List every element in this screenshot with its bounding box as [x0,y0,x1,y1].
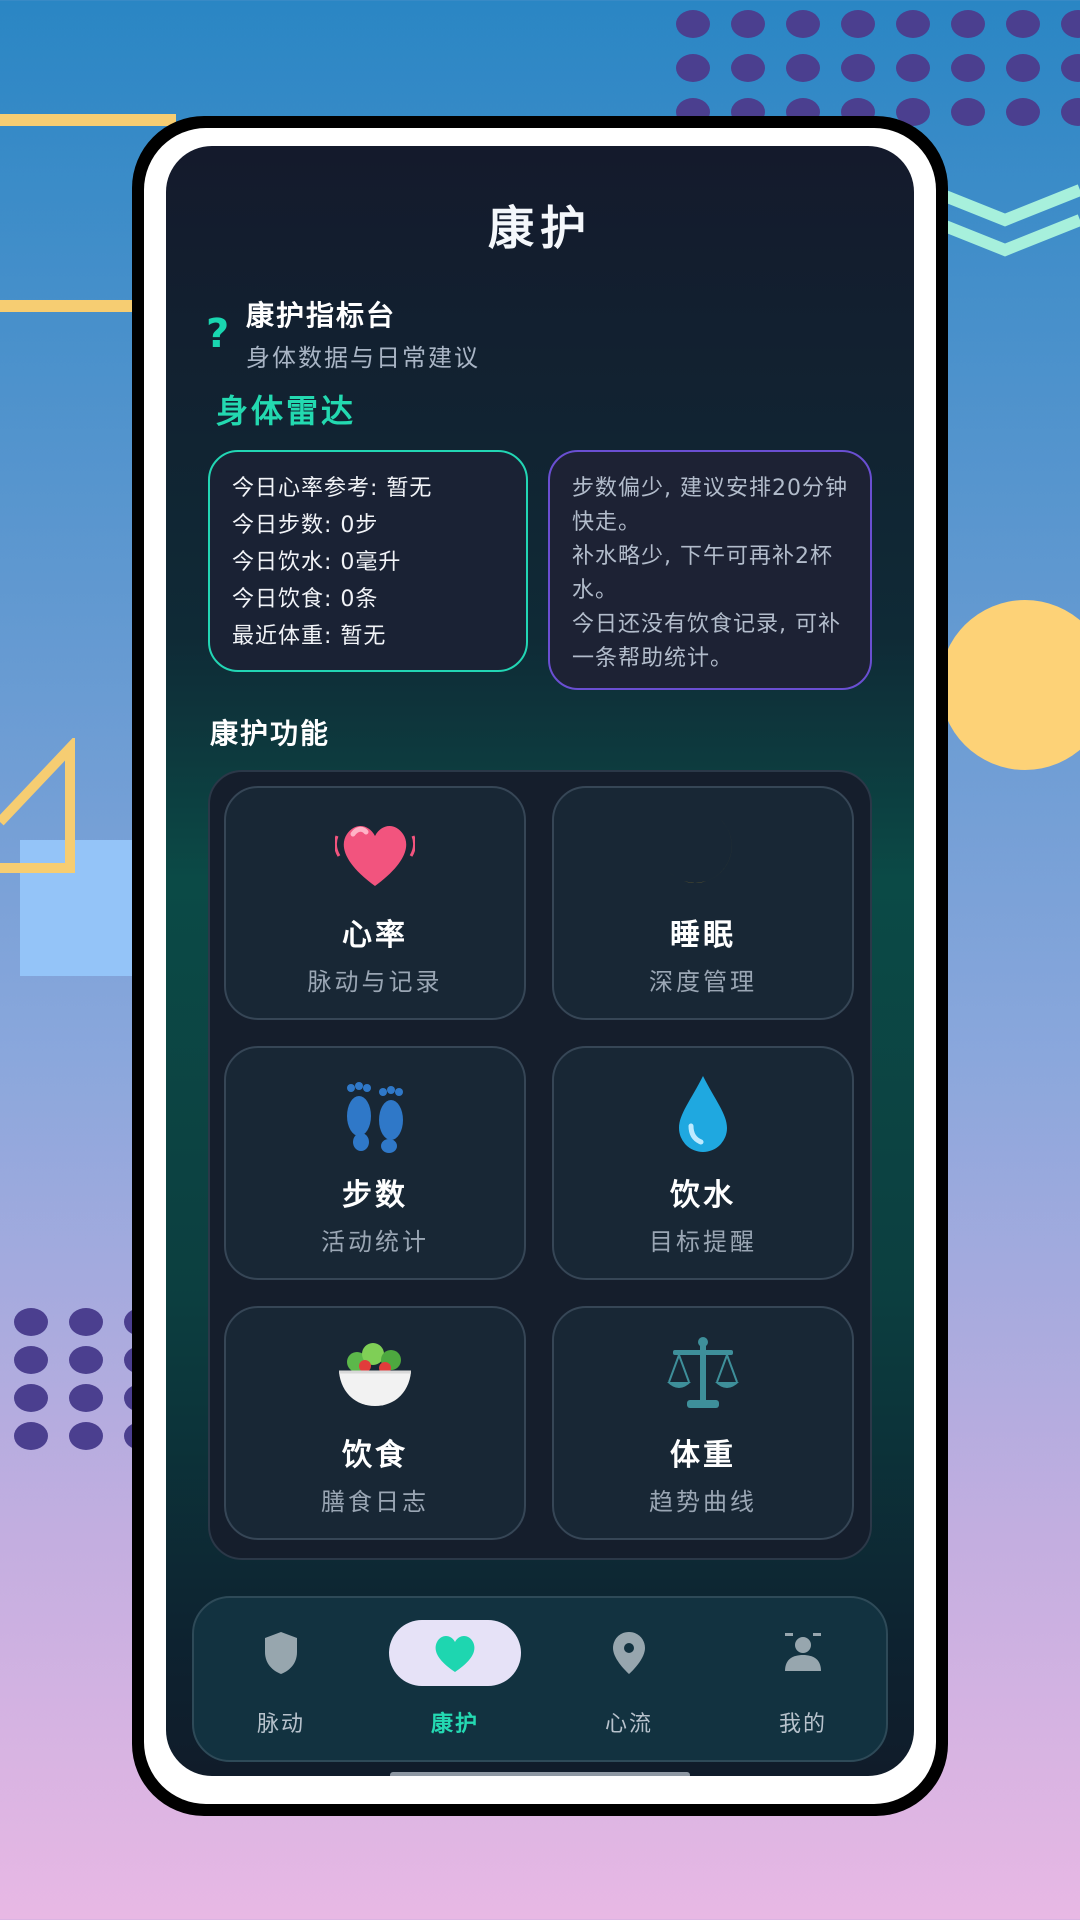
today-stats-card: 今日心率参考: 暂无 今日步数: 0步 今日饮水: 0毫升 今日饮食: 0条 最… [208,450,528,672]
nav-item-flow[interactable]: 心流 [542,1598,716,1764]
tile-sleep[interactable]: 睡眠 深度管理 [552,786,854,1020]
advice-card: 步数偏少, 建议安排20分钟快走。 补水略少, 下午可再补2杯水。 今日还没有饮… [548,450,872,690]
advice-diet: 今日还没有饮食记录, 可补一条帮助统计。 [572,612,841,671]
shield-icon [215,1620,347,1686]
tile-title: 体重 [670,1438,736,1473]
footprints-icon [226,1074,524,1154]
tile-subtitle: 脉动与记录 [307,968,443,996]
decorative-circle [940,600,1080,770]
bottom-navigation: 脉动 康护 心流 我的 [192,1596,888,1762]
stat-diet: 今日饮食: 0条 [232,587,379,612]
nav-item-pulse[interactable]: 脉动 [194,1598,368,1764]
nav-label: 脉动 [256,1712,305,1737]
tile-subtitle: 深度管理 [649,968,757,996]
tile-title: 睡眠 [670,918,736,953]
nav-item-profile[interactable]: 我的 [716,1598,890,1764]
tile-title: 饮水 [670,1178,736,1213]
question-icon: ? [206,311,230,357]
tile-steps[interactable]: 步数 活动统计 [224,1046,526,1280]
tile-water[interactable]: 饮水 目标提醒 [552,1046,854,1280]
tile-subtitle: 活动统计 [321,1228,429,1256]
tile-title: 饮食 [342,1438,408,1473]
tile-subtitle: 目标提醒 [649,1228,757,1256]
water-drop-icon [554,1074,852,1154]
heart-icon [226,814,524,894]
advice-steps: 步数偏少, 建议安排20分钟快走。 [572,476,848,535]
home-indicator[interactable] [390,1772,690,1776]
decorative-triangle [0,738,75,873]
stat-heart-rate: 今日心率参考: 暂无 [232,476,433,501]
nav-label: 我的 [778,1712,827,1737]
moon-icon [554,814,852,894]
decorative-dots-top [676,10,1080,126]
nav-label: 康护 [430,1712,479,1737]
dashboard-title: 康护指标台 [246,299,397,332]
decorative-line [0,114,176,126]
tile-diet[interactable]: 饮食 膳食日志 [224,1306,526,1540]
stat-steps: 今日步数: 0步 [232,513,379,538]
location-pin-icon [563,1620,695,1686]
nav-label: 心流 [604,1712,653,1737]
radar-section-title: 身体雷达 [216,392,357,430]
tile-subtitle: 趋势曲线 [649,1488,757,1516]
app-screen: 康护 ? 康护指标台 身体数据与日常建议 身体雷达 今日心率参考: 暂无 今日步… [166,146,914,1776]
decorative-chevron [930,184,1080,257]
page-title: 康护 [488,201,592,255]
dashboard-subtitle: 身体数据与日常建议 [246,344,480,372]
functions-panel: 心率 脉动与记录 睡眠 深度管理 步数 活动统计 饮水 目标提醒 饮食 膳食日志… [208,770,872,1560]
tile-title: 心率 [342,918,408,953]
advice-water: 补水略少, 下午可再补2杯水。 [572,544,833,603]
tile-heart-rate[interactable]: 心率 脉动与记录 [224,786,526,1020]
stat-weight: 最近体重: 暂无 [232,624,387,649]
scale-icon [554,1334,852,1414]
salad-icon [226,1334,524,1414]
stat-water: 今日饮水: 0毫升 [232,550,402,575]
tile-weight[interactable]: 体重 趋势曲线 [552,1306,854,1540]
heart-icon [389,1620,521,1686]
tile-subtitle: 膳食日志 [321,1488,429,1516]
person-icon [737,1620,869,1686]
nav-item-care[interactable]: 康护 [368,1598,542,1764]
functions-section-title: 康护功能 [210,717,331,750]
tile-title: 步数 [342,1178,408,1213]
decorative-line [0,300,150,312]
